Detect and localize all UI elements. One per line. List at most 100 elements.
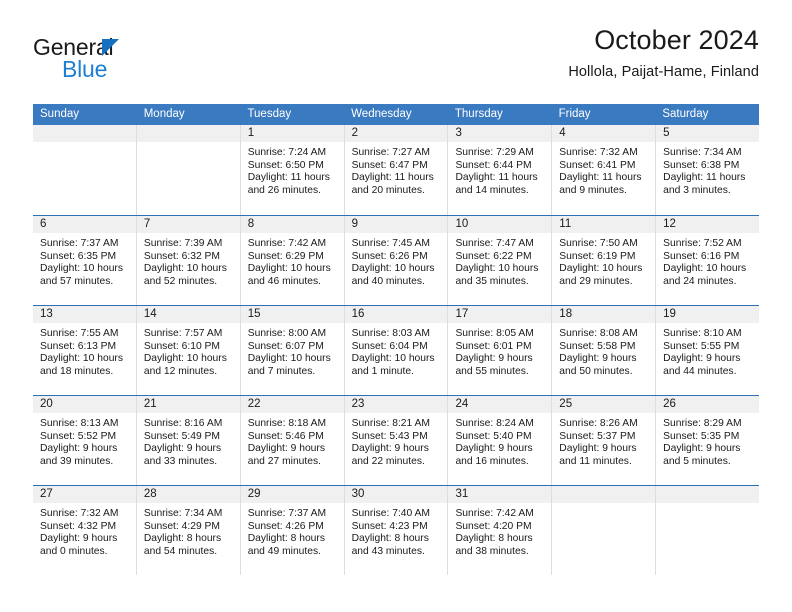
sunrise-text: Sunrise: 8:10 AM bbox=[663, 328, 742, 339]
day-number: 27 bbox=[33, 486, 136, 503]
daylight-text-line1: Daylight: 10 hours bbox=[40, 353, 123, 365]
day-cell[interactable] bbox=[33, 125, 136, 215]
sunset-text: Sunset: 6:29 PM bbox=[247, 250, 324, 262]
day-details: Sunrise: 7:29 AM Sunset: 6:44 PM Dayligh… bbox=[448, 142, 551, 197]
day-cell[interactable]: 7 Sunrise: 7:39 AM Sunset: 6:32 PM Dayli… bbox=[135, 216, 240, 305]
day-cell[interactable]: 20 Sunrise: 8:13 AM Sunset: 5:52 PM Dayl… bbox=[33, 396, 136, 485]
day-cell[interactable]: 31 Sunrise: 7:42 AM Sunset: 4:20 PM Dayl… bbox=[447, 486, 552, 575]
day-number: 19 bbox=[656, 306, 760, 323]
day-number: 11 bbox=[552, 216, 656, 233]
sunrise-text: Sunrise: 7:32 AM bbox=[559, 147, 638, 158]
sunset-text: Sunset: 6:35 PM bbox=[40, 250, 117, 262]
day-number: 10 bbox=[448, 216, 552, 233]
weekday-header-monday: Monday bbox=[143, 108, 185, 120]
daylight-text-line1: Daylight: 9 hours bbox=[559, 443, 637, 455]
sunrise-text: Sunrise: 8:16 AM bbox=[143, 418, 223, 429]
day-cell[interactable]: 12 Sunrise: 7:52 AM Sunset: 6:16 PM Dayl… bbox=[655, 216, 760, 305]
daylight-text-line1: Daylight: 9 hours bbox=[247, 443, 325, 455]
day-cell[interactable]: 4 Sunrise: 7:32 AM Sunset: 6:41 PM Dayli… bbox=[551, 125, 656, 215]
day-cell[interactable]: 30 Sunrise: 7:40 AM Sunset: 4:23 PM Dayl… bbox=[343, 486, 448, 575]
sunset-text: Sunset: 5:49 PM bbox=[143, 430, 220, 442]
day-cell[interactable] bbox=[655, 486, 760, 575]
sunrise-text: Sunrise: 7:42 AM bbox=[455, 508, 534, 519]
sunrise-text: Sunrise: 7:39 AM bbox=[143, 238, 223, 249]
sunset-text: Sunset: 6:26 PM bbox=[351, 250, 428, 262]
daylight-text-line2: and 55 minutes. bbox=[455, 365, 529, 377]
daylight-text-line1: Daylight: 10 hours bbox=[663, 263, 747, 275]
day-cell[interactable]: 5 Sunrise: 7:34 AM Sunset: 6:38 PM Dayli… bbox=[655, 125, 760, 215]
day-cell[interactable]: 8 Sunrise: 7:42 AM Sunset: 6:29 PM Dayli… bbox=[239, 216, 344, 305]
sunrise-text: Sunrise: 7:55 AM bbox=[40, 328, 119, 339]
day-cell[interactable]: 6 Sunrise: 7:37 AM Sunset: 6:35 PM Dayli… bbox=[33, 216, 136, 305]
day-number: 7 bbox=[136, 216, 240, 233]
daylight-text-line2: and 5 minutes. bbox=[663, 455, 731, 467]
day-cell[interactable]: 21 Sunrise: 8:16 AM Sunset: 5:49 PM Dayl… bbox=[135, 396, 240, 485]
day-details: Sunrise: 7:42 AM Sunset: 6:29 PM Dayligh… bbox=[241, 233, 344, 288]
daylight-text-line1: Daylight: 8 hours bbox=[455, 533, 533, 545]
day-details: Sunrise: 8:10 AM Sunset: 5:55 PM Dayligh… bbox=[656, 323, 759, 378]
daylight-text-line2: and 14 minutes. bbox=[455, 184, 529, 196]
day-details bbox=[552, 503, 655, 508]
daylight-text-line2: and 3 minutes. bbox=[663, 184, 731, 196]
day-details: Sunrise: 7:52 AM Sunset: 6:16 PM Dayligh… bbox=[656, 233, 759, 288]
day-cell[interactable]: 26 Sunrise: 8:29 AM Sunset: 5:35 PM Dayl… bbox=[655, 396, 760, 485]
day-cell[interactable] bbox=[135, 125, 240, 215]
day-number: 13 bbox=[33, 306, 136, 323]
weekday-header-thursday: Thursday bbox=[454, 108, 503, 120]
day-cell[interactable]: 16 Sunrise: 8:03 AM Sunset: 6:04 PM Dayl… bbox=[343, 306, 448, 395]
sunset-text: Sunset: 5:43 PM bbox=[351, 430, 428, 442]
day-cell[interactable]: 28 Sunrise: 7:34 AM Sunset: 4:29 PM Dayl… bbox=[135, 486, 240, 575]
sunset-text: Sunset: 5:35 PM bbox=[663, 430, 740, 442]
day-cell[interactable] bbox=[551, 486, 656, 575]
week-row: 27 Sunrise: 7:32 AM Sunset: 4:32 PM Dayl… bbox=[33, 485, 760, 575]
day-details: Sunrise: 7:40 AM Sunset: 4:23 PM Dayligh… bbox=[345, 503, 448, 558]
daylight-text-line1: Daylight: 10 hours bbox=[143, 263, 227, 275]
sunset-text: Sunset: 4:32 PM bbox=[40, 520, 117, 532]
day-cell[interactable]: 17 Sunrise: 8:05 AM Sunset: 6:01 PM Dayl… bbox=[447, 306, 552, 395]
day-number: 21 bbox=[136, 396, 240, 413]
day-cell[interactable]: 3 Sunrise: 7:29 AM Sunset: 6:44 PM Dayli… bbox=[447, 125, 552, 215]
daylight-text-line2: and 0 minutes. bbox=[40, 545, 108, 557]
day-cell[interactable]: 19 Sunrise: 8:10 AM Sunset: 5:55 PM Dayl… bbox=[655, 306, 760, 395]
day-cell[interactable]: 13 Sunrise: 7:55 AM Sunset: 6:13 PM Dayl… bbox=[33, 306, 136, 395]
generalblue-logo: General Blue bbox=[33, 36, 263, 88]
daylight-text-line1: Daylight: 9 hours bbox=[559, 353, 637, 365]
day-number: 6 bbox=[33, 216, 136, 233]
daylight-text-line1: Daylight: 8 hours bbox=[351, 533, 429, 545]
day-number: 4 bbox=[552, 125, 656, 142]
day-cell[interactable]: 11 Sunrise: 7:50 AM Sunset: 6:19 PM Dayl… bbox=[551, 216, 656, 305]
day-cell[interactable]: 9 Sunrise: 7:45 AM Sunset: 6:26 PM Dayli… bbox=[343, 216, 448, 305]
day-details: Sunrise: 8:03 AM Sunset: 6:04 PM Dayligh… bbox=[345, 323, 448, 378]
day-cell[interactable]: 1 Sunrise: 7:24 AM Sunset: 6:50 PM Dayli… bbox=[239, 125, 344, 215]
day-cell[interactable]: 23 Sunrise: 8:21 AM Sunset: 5:43 PM Dayl… bbox=[343, 396, 448, 485]
day-details: Sunrise: 7:24 AM Sunset: 6:50 PM Dayligh… bbox=[241, 142, 344, 197]
sunset-text: Sunset: 6:38 PM bbox=[663, 159, 740, 171]
day-cell[interactable]: 10 Sunrise: 7:47 AM Sunset: 6:22 PM Dayl… bbox=[447, 216, 552, 305]
day-cell[interactable]: 14 Sunrise: 7:57 AM Sunset: 6:10 PM Dayl… bbox=[135, 306, 240, 395]
daylight-text-line1: Daylight: 9 hours bbox=[351, 443, 429, 455]
daylight-text-line1: Daylight: 8 hours bbox=[143, 533, 222, 545]
day-cell[interactable]: 2 Sunrise: 7:27 AM Sunset: 6:47 PM Dayli… bbox=[343, 125, 448, 215]
sunset-text: Sunset: 6:22 PM bbox=[455, 250, 532, 262]
day-details: Sunrise: 8:21 AM Sunset: 5:43 PM Dayligh… bbox=[345, 413, 448, 468]
daylight-text-line2: and 33 minutes. bbox=[143, 455, 218, 467]
day-details: Sunrise: 8:08 AM Sunset: 5:58 PM Dayligh… bbox=[552, 323, 655, 378]
sunrise-text: Sunrise: 7:40 AM bbox=[351, 508, 430, 519]
page-header: General Blue October 2024 Hollola, Paija… bbox=[33, 24, 759, 94]
day-cell[interactable]: 22 Sunrise: 8:18 AM Sunset: 5:46 PM Dayl… bbox=[239, 396, 344, 485]
weekday-header-friday: Friday bbox=[558, 108, 591, 120]
day-cell[interactable]: 18 Sunrise: 8:08 AM Sunset: 5:58 PM Dayl… bbox=[551, 306, 656, 395]
daylight-text-line2: and 24 minutes. bbox=[663, 275, 737, 287]
day-cell[interactable]: 29 Sunrise: 7:37 AM Sunset: 4:26 PM Dayl… bbox=[239, 486, 344, 575]
sunrise-text: Sunrise: 8:18 AM bbox=[247, 418, 327, 429]
day-cell[interactable]: 24 Sunrise: 8:24 AM Sunset: 5:40 PM Dayl… bbox=[447, 396, 552, 485]
day-cell[interactable]: 15 Sunrise: 8:00 AM Sunset: 6:07 PM Dayl… bbox=[239, 306, 344, 395]
daylight-text-line1: Daylight: 8 hours bbox=[247, 533, 325, 545]
sunset-text: Sunset: 6:44 PM bbox=[455, 159, 532, 171]
daylight-text-line2: and 35 minutes. bbox=[455, 275, 529, 287]
day-cell[interactable]: 25 Sunrise: 8:26 AM Sunset: 5:37 PM Dayl… bbox=[551, 396, 656, 485]
day-number: 22 bbox=[240, 396, 344, 413]
day-number: 20 bbox=[33, 396, 136, 413]
daylight-text-line1: Daylight: 11 hours bbox=[351, 172, 434, 184]
day-cell[interactable]: 27 Sunrise: 7:32 AM Sunset: 4:32 PM Dayl… bbox=[33, 486, 136, 575]
